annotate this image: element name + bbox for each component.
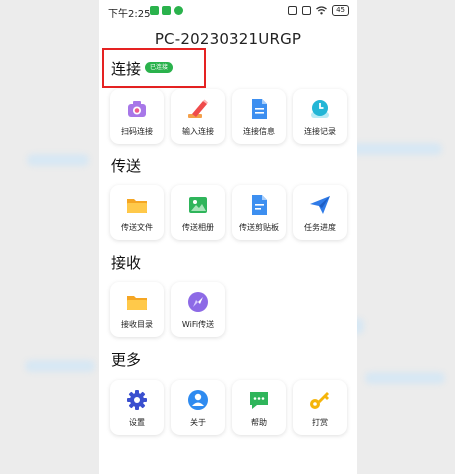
tile-label: 传送文件 (121, 223, 153, 232)
app-notification-icon (174, 6, 183, 15)
section-title-receive: 接收 (111, 254, 142, 272)
tile-label: 传送相册 (182, 223, 214, 232)
tile-label: 设置 (129, 418, 145, 427)
wifi-icon (316, 6, 327, 15)
phone-screen: 下午2:25 45 PC-20230321URGP 连接 已连接 扫码连接 输入… (99, 0, 357, 474)
app-notification-icon (162, 6, 171, 15)
tile-label: 扫码连接 (121, 127, 153, 136)
clipboard-icon (252, 195, 267, 215)
help-button[interactable]: 帮助 (232, 380, 286, 435)
input-connect-button[interactable]: 输入连接 (171, 89, 225, 144)
tile-label: 输入连接 (182, 127, 214, 136)
tile-label: 接收目录 (121, 320, 153, 329)
tile-label: 任务进度 (304, 223, 336, 232)
nfc-icon (288, 6, 298, 15)
paper-plane-icon (310, 196, 330, 214)
tile-label: 关于 (190, 418, 206, 427)
tile-label: WiFi传送 (181, 320, 215, 329)
section-title-transfer: 传送 (111, 157, 142, 175)
clock-icon (311, 100, 329, 118)
transfer-clipboard-button[interactable]: 传送剪贴板 (232, 185, 286, 240)
compass-icon (188, 292, 208, 312)
tile-label: 连接记录 (304, 127, 336, 136)
scan-camera-icon (128, 101, 146, 117)
battery-indicator: 45 (332, 5, 349, 16)
chat-icon (250, 392, 268, 409)
about-button[interactable]: 关于 (171, 380, 225, 435)
pencil-icon (188, 99, 208, 118)
task-progress-button[interactable]: 任务进度 (293, 185, 347, 240)
donate-button[interactable]: 打赏 (293, 380, 347, 435)
wifi-transfer-button[interactable]: WiFi传送 (171, 282, 225, 337)
background-blur (365, 372, 445, 384)
background-blur (25, 360, 95, 372)
user-info-icon (188, 390, 208, 410)
section-title-more: 更多 (111, 351, 142, 369)
gear-icon (127, 390, 147, 410)
folder-icon (127, 199, 147, 213)
folder-icon (127, 296, 147, 310)
document-icon (252, 99, 267, 119)
key-icon (310, 392, 329, 409)
status-bar: 下午2:25 45 (99, 0, 357, 22)
background-blur (350, 143, 442, 155)
receive-directory-button[interactable]: 接收目录 (110, 282, 164, 337)
vibrate-icon (302, 6, 312, 15)
app-notification-icon (150, 6, 159, 15)
tile-label: 传送剪贴板 (239, 223, 279, 232)
scan-connect-button[interactable]: 扫码连接 (110, 89, 164, 144)
background-blur (27, 154, 89, 166)
tile-label: 帮助 (251, 418, 267, 427)
status-icons: 45 (288, 5, 349, 16)
status-time: 下午2:25 (108, 9, 151, 20)
device-name: PC-20230321URGP (154, 30, 302, 48)
settings-button[interactable]: 设置 (110, 380, 164, 435)
transfer-album-button[interactable]: 传送相册 (171, 185, 225, 240)
transfer-file-button[interactable]: 传送文件 (110, 185, 164, 240)
photo-icon (189, 197, 207, 213)
tile-label: 连接信息 (243, 127, 275, 136)
connection-history-button[interactable]: 连接记录 (293, 89, 347, 144)
tile-label: 打赏 (312, 418, 328, 427)
highlight-box (102, 48, 206, 88)
connection-info-button[interactable]: 连接信息 (232, 89, 286, 144)
